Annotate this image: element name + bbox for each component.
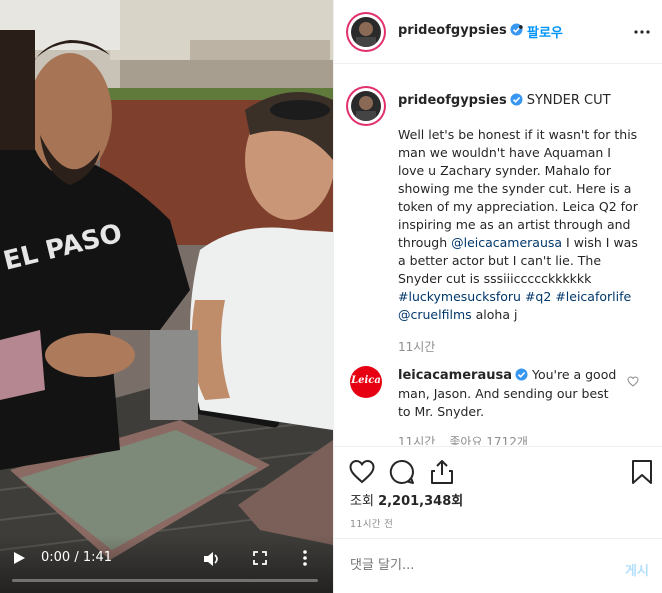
caption-line: man we wouldn't have Aquaman I	[398, 145, 611, 160]
video-player[interactable]: EL PASO 0:00 / 1:41	[0, 0, 333, 593]
post-comment-button[interactable]: 게시	[625, 560, 649, 579]
caption-timestamp[interactable]: 11시간	[398, 338, 435, 355]
separator-dot: •	[517, 21, 525, 36]
comment-line: man, Jason. And sending our best	[398, 386, 609, 401]
commenter-username[interactable]: leicacamerausa	[398, 368, 512, 383]
comment-meta: 11시간 좋아요 1712개	[398, 433, 528, 445]
verified-badge-icon	[515, 368, 528, 381]
comment-likes[interactable]: 좋아요 1712개	[449, 435, 528, 445]
hashtag-link[interactable]: #q2	[525, 289, 551, 304]
comments-section[interactable]: prideofgypsies SYNDER CUT Well let's be h…	[334, 65, 662, 445]
caption-line: token of my appreciation. Leica Q2 for	[398, 199, 638, 214]
comment-like-heart-icon[interactable]	[627, 376, 639, 387]
volume-icon[interactable]	[203, 551, 221, 567]
caption-header: prideofgypsies SYNDER CUT	[398, 93, 611, 108]
more-horizontal-icon[interactable]	[634, 30, 650, 34]
add-comment-bar: 게시	[334, 538, 662, 593]
views-label: 조회	[350, 494, 379, 509]
bookmark-icon[interactable]	[629, 459, 655, 485]
view-count[interactable]: 조회 2,201,348회	[350, 490, 463, 509]
heart-icon[interactable]	[349, 459, 375, 485]
hashtag-link[interactable]: #leicaforlife	[555, 289, 631, 304]
hashtag-link[interactable]: #luckymesucksforu	[398, 289, 521, 304]
comment-icon[interactable]	[389, 459, 415, 485]
caption-line: love u Zachary synder. Mahalo for	[398, 163, 611, 178]
comment-input[interactable]	[350, 558, 590, 573]
video-progress-bar[interactable]	[12, 579, 318, 582]
caption-username[interactable]: prideofgypsies	[398, 93, 507, 108]
instagram-post-modal: EL PASO 0:00 / 1:41 prideofgypsies • 팔로우…	[0, 0, 662, 593]
video-frame: EL PASO	[0, 0, 333, 593]
caption-text-fragment: I wish I was	[562, 235, 638, 250]
caption-author-avatar[interactable]	[348, 88, 384, 124]
caption-text: Well let's be honest if it wasn't for th…	[398, 126, 648, 324]
video-more-icon[interactable]	[302, 549, 308, 567]
post-header: prideofgypsies • 팔로우	[334, 0, 662, 64]
caption-line: Well let's be honest if it wasn't for th…	[398, 127, 638, 142]
author-username[interactable]: prideofgypsies	[398, 23, 507, 38]
author-avatar[interactable]	[348, 14, 384, 50]
comment-timestamp: 11시간	[398, 435, 436, 445]
caption-line: Snyder cut is sssiiiccccckkkkkk	[398, 271, 592, 286]
fullscreen-icon[interactable]	[253, 551, 267, 565]
caption-line: inspiring me as an artist through and	[398, 217, 631, 232]
post-side-panel: prideofgypsies • 팔로우 prideofgypsies SYNDE…	[333, 0, 662, 593]
mention-link[interactable]: @cruelfilms	[398, 307, 472, 322]
mention-link[interactable]: @leicacamerausa	[451, 235, 562, 250]
caption-line: a better actor but I can't lie. The	[398, 253, 602, 268]
verified-badge-icon	[510, 93, 523, 106]
caption-line: showing me the synder cut. Here is a	[398, 181, 632, 196]
play-icon[interactable]	[12, 551, 26, 565]
caption-text-fragment: aloha j	[471, 307, 518, 322]
comment-line: to Mr. Snyder.	[398, 404, 485, 419]
leica-logo-text: Leica	[351, 375, 381, 386]
video-controls: 0:00 / 1:41	[0, 535, 333, 593]
commenter-avatar[interactable]: Leica	[350, 366, 382, 398]
follow-button[interactable]: 팔로우	[527, 22, 563, 41]
post-timestamp[interactable]: 11시간 전	[350, 516, 393, 530]
share-icon[interactable]	[429, 459, 455, 485]
caption-text-fragment: through	[398, 235, 452, 250]
comment-text-fragment: You're a good	[528, 367, 617, 382]
comment-item: leicacamerausa You're a good man, Jason.…	[398, 366, 626, 421]
views-number: 2,201,348회	[378, 494, 464, 509]
video-time: 0:00 / 1:41	[41, 550, 113, 565]
caption-title: SYNDER CUT	[526, 93, 611, 108]
